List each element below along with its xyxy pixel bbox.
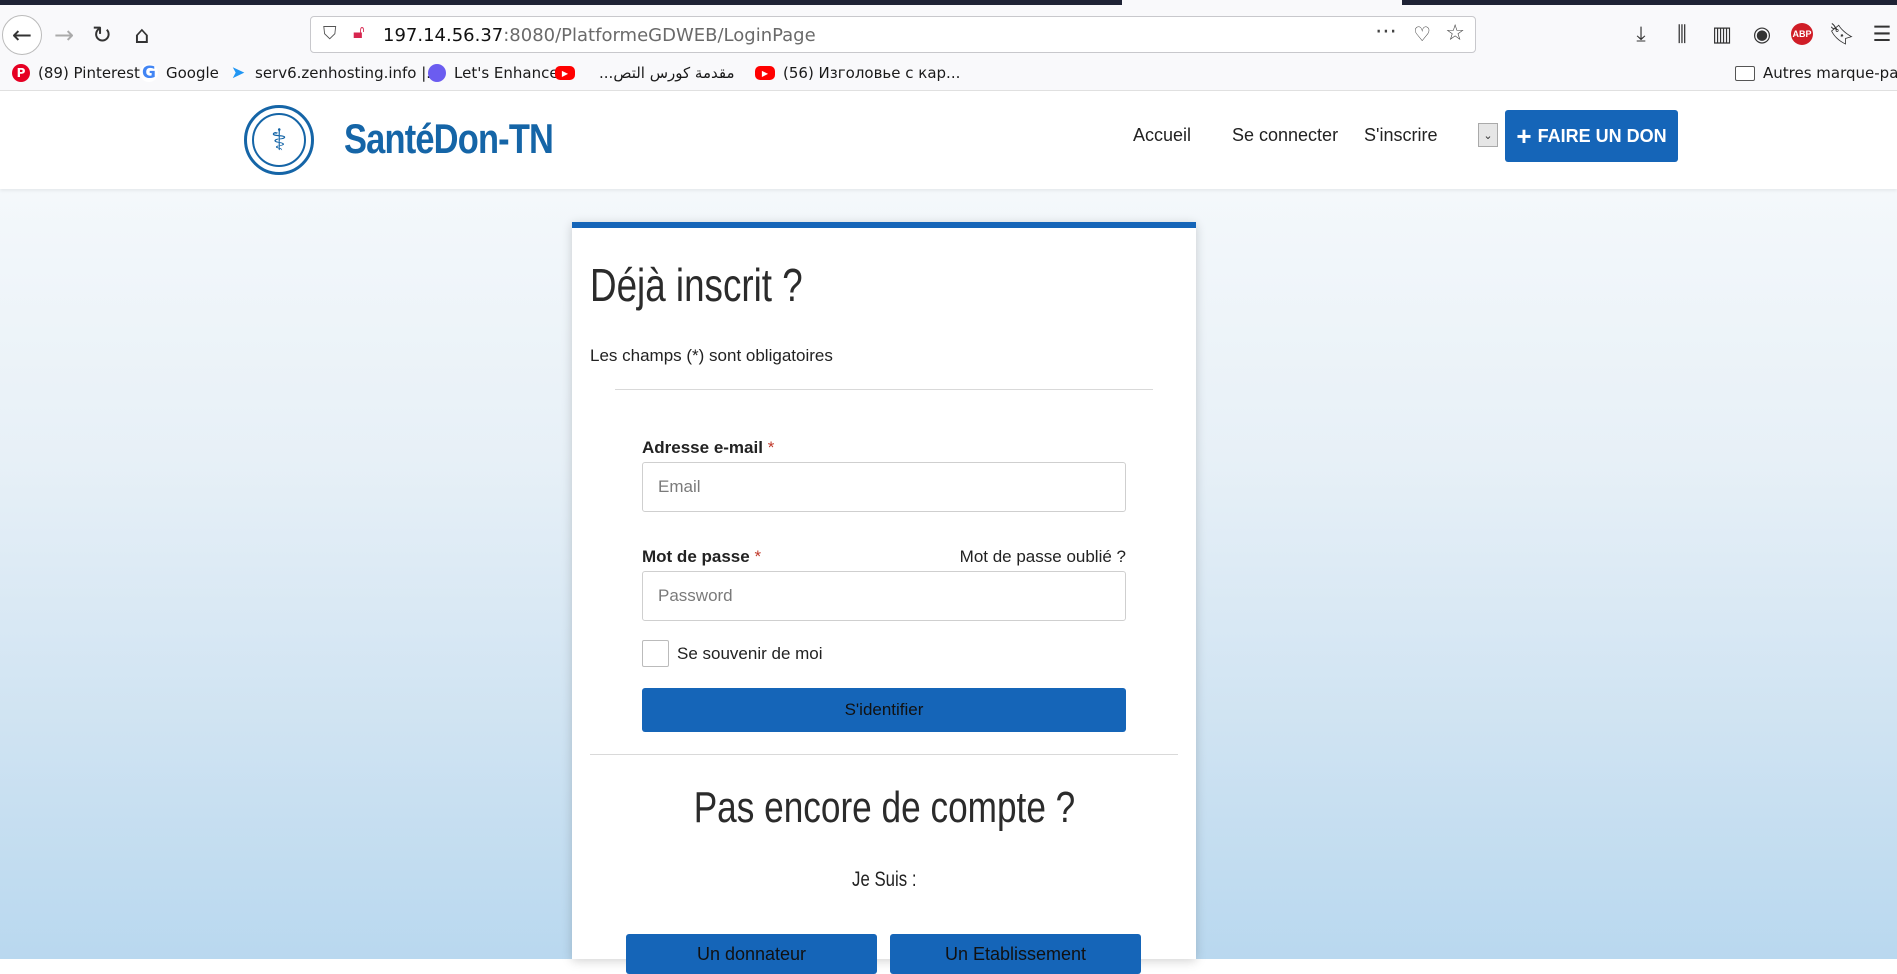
donate-button[interactable]: + FAIRE UN DON: [1505, 110, 1678, 162]
bookmark-label: (89) Pinterest: [38, 64, 140, 82]
signup-title-text: Pas encore de compte ?: [693, 783, 1075, 832]
bookmark-star-icon[interactable]: ☆: [1445, 21, 1465, 46]
account-icon[interactable]: ◉: [1747, 19, 1777, 49]
folder-icon: [1735, 65, 1755, 81]
bookmark-google[interactable]: G Google: [140, 63, 219, 83]
bookmark-label: (56) Изголовье с кар...: [783, 64, 961, 82]
language-dropdown[interactable]: ⌄: [1478, 123, 1498, 147]
password-label: Mot de passe *: [642, 547, 761, 567]
bookmark-youtube-2[interactable]: ▶ (56) Изголовье с кар...: [755, 64, 960, 82]
divider: [590, 754, 1178, 755]
adblock-icon[interactable]: ABP: [1787, 19, 1817, 49]
library-icon[interactable]: ⫼: [1667, 19, 1697, 49]
caduceus-icon: ⚕: [252, 113, 306, 167]
signup-title: Pas encore de compte ?: [572, 783, 1196, 833]
pinterest-icon: P: [12, 64, 30, 82]
url-host: 197.14.56.37: [383, 25, 504, 46]
sidebar-icon[interactable]: ▥: [1707, 19, 1737, 49]
email-input[interactable]: [642, 462, 1126, 512]
je-suis-label: Je Suis :: [572, 868, 1196, 892]
forward-arrow-icon[interactable]: →: [44, 15, 84, 55]
other-bookmarks-label: Autres marque-pages: [1763, 64, 1897, 82]
remember-me-checkbox[interactable]: [642, 640, 669, 667]
bookmark-letsenhance[interactable]: Let's Enhance: [428, 64, 559, 82]
email-label-text: Adresse e-mail: [642, 438, 763, 457]
bookmark-label: ...مقدمة كورس التص: [599, 64, 735, 82]
bookmark-ribbon-icon[interactable]: 🔖︎: [1827, 19, 1857, 49]
bookmark-label: serv6.zenhosting.info |...: [255, 64, 441, 82]
bookmark-label: Let's Enhance: [454, 64, 559, 82]
menu-icon[interactable]: ☰: [1867, 19, 1897, 49]
site-header: ⚕ SantéDon-TN Accueil Se connecter S'ins…: [0, 91, 1897, 189]
address-bar[interactable]: ⛉ 🔓︎ 197.14.56.37:8080/PlatformeGDWEB/Lo…: [310, 16, 1476, 53]
bookmark-label: Google: [166, 64, 219, 82]
required-mark: *: [754, 547, 762, 566]
browser-toolbar: ← → ↻ ⌂ ⛉ 🔓︎ 197.14.56.37:8080/Platforme…: [0, 5, 1897, 58]
password-input[interactable]: [642, 571, 1126, 621]
required-mark: *: [767, 438, 775, 457]
login-card: Déjà inscrit ? Les champs (*) sont oblig…: [572, 222, 1196, 974]
donate-label: FAIRE UN DON: [1537, 125, 1667, 146]
donor-signup-button[interactable]: Un donnateur: [626, 934, 877, 974]
google-icon: G: [140, 63, 158, 83]
password-label-text: Mot de passe: [642, 547, 750, 566]
youtube-icon: ▶: [755, 66, 775, 80]
login-title: Déjà inscrit ?: [590, 259, 803, 311]
other-bookmarks[interactable]: Autres marque-pages: [1735, 64, 1897, 82]
email-label: Adresse e-mail *: [642, 438, 774, 458]
bookmark-youtube-1[interactable]: ▶ ...مقدمة كورس التص: [555, 64, 735, 82]
bookmark-zenhosting[interactable]: ➤ serv6.zenhosting.info |...: [229, 63, 441, 83]
remember-me-label[interactable]: Se souvenir de moi: [677, 644, 823, 664]
zenhosting-icon: ➤: [230, 63, 246, 83]
nav-home-link[interactable]: Accueil: [1133, 125, 1191, 146]
bookmark-pinterest[interactable]: P (89) Pinterest: [12, 64, 140, 82]
youtube-icon: ▶: [555, 66, 575, 80]
je-suis-text: Je Suis :: [851, 868, 917, 891]
remember-me: Se souvenir de moi: [642, 640, 823, 667]
home-icon[interactable]: ⌂: [122, 15, 162, 55]
pocket-icon[interactable]: ♡: [1413, 22, 1431, 46]
forgot-password-link[interactable]: Mot de passe oublié ?: [960, 547, 1126, 567]
download-icon[interactable]: ⤓: [1626, 19, 1656, 49]
url-path: :8080/PlatformeGDWEB/LoginPage: [503, 25, 816, 46]
nav-login-link[interactable]: Se connecter: [1232, 125, 1338, 146]
shield-icon[interactable]: ⛉: [323, 23, 337, 44]
bookmarks-bar: P (89) Pinterest G Google ➤ serv6.zenhos…: [0, 58, 1897, 91]
nav-signup-link[interactable]: S'inscrire: [1364, 125, 1437, 146]
reload-icon[interactable]: ↻: [82, 15, 122, 55]
back-arrow-icon[interactable]: ←: [2, 15, 42, 55]
divider: [615, 389, 1153, 390]
more-actions-icon[interactable]: ⋯: [1375, 19, 1397, 44]
brand-name[interactable]: SantéDon-TN: [344, 115, 554, 163]
url-text[interactable]: 197.14.56.37:8080/PlatformeGDWEB/LoginPa…: [383, 25, 816, 46]
site-logo[interactable]: ⚕: [244, 105, 314, 175]
letsenhance-icon: [428, 64, 446, 82]
establishment-signup-button[interactable]: Un Etablissement: [890, 934, 1141, 974]
insecure-lock-icon[interactable]: 🔓︎: [353, 22, 365, 43]
required-fields-note: Les champs (*) sont obligatoires: [590, 346, 833, 365]
plus-icon: +: [1516, 121, 1532, 151]
chevron-down-icon: ⌄: [1483, 128, 1493, 142]
login-button[interactable]: S'identifier: [642, 688, 1126, 732]
